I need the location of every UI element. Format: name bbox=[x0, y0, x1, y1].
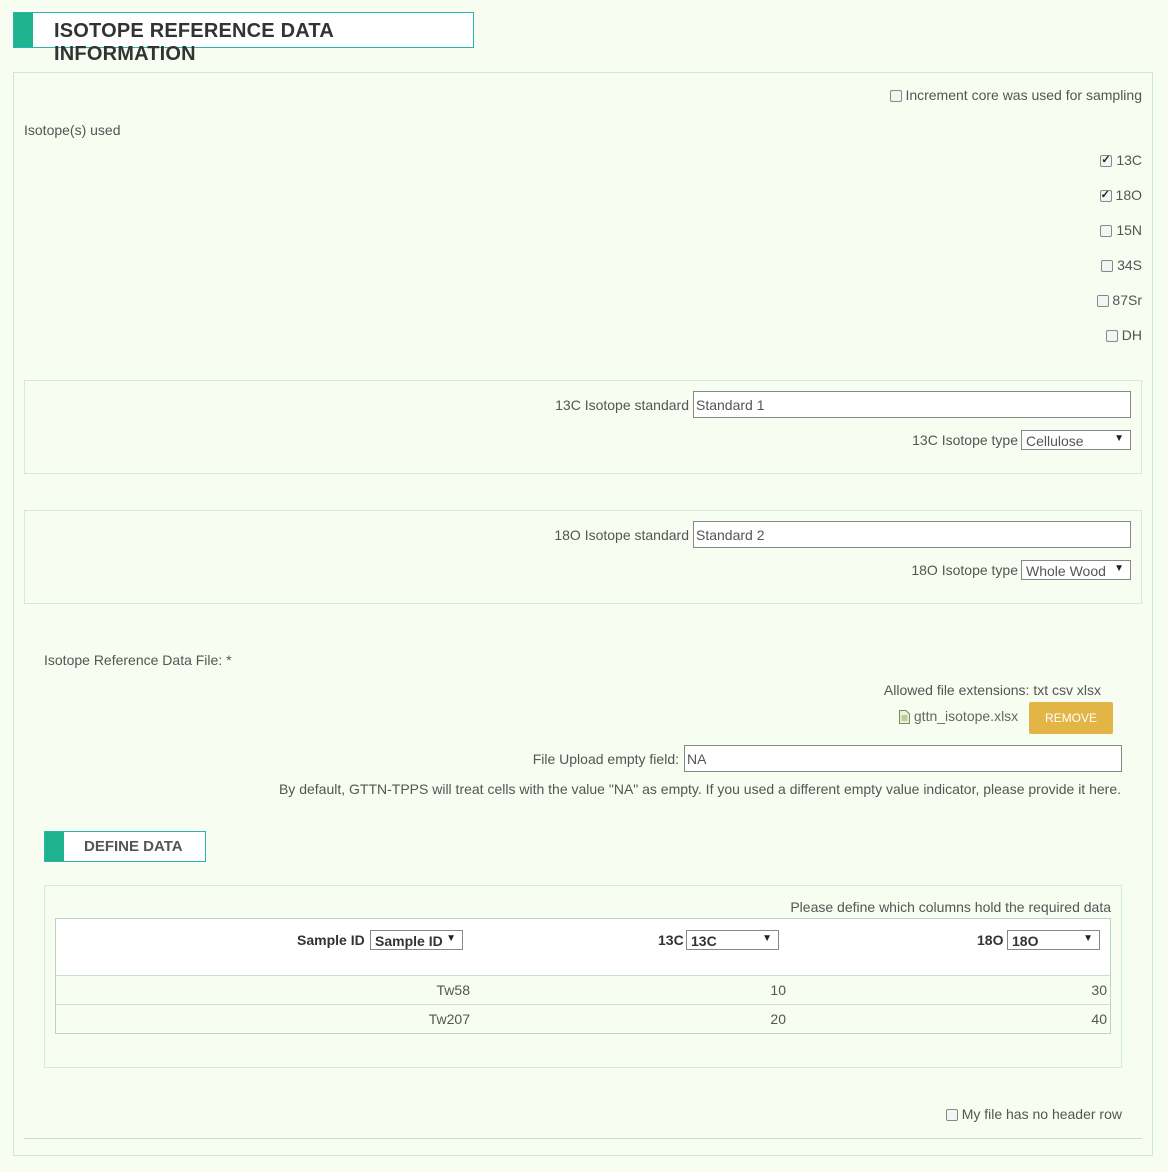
isotope-checkbox[interactable] bbox=[1105, 330, 1118, 343]
header-accent-bar bbox=[14, 13, 33, 47]
isotope-option-dh[interactable]: DH bbox=[1105, 327, 1142, 343]
file-icon bbox=[899, 710, 910, 725]
empty-field-label: File Upload empty field: bbox=[532, 751, 679, 767]
isotopes-label: Isotope(s) used bbox=[24, 122, 121, 138]
define-data-box: Please define which columns hold the req… bbox=[44, 885, 1122, 1068]
c13-settings-box: 13C Isotope standard Standard 1 13C Isot… bbox=[24, 380, 1142, 474]
isotope-option-87sr[interactable]: 87Sr bbox=[1096, 292, 1142, 308]
allowed-extensions: Allowed file extensions: txt csv xlsx bbox=[883, 682, 1101, 698]
isotope-label: 15N bbox=[1116, 222, 1142, 238]
no-header-label: My file has no header row bbox=[961, 1106, 1122, 1122]
isotope-option-18o[interactable]: 18O bbox=[1099, 187, 1142, 203]
o18-type-label: 18O Isotope type bbox=[911, 562, 1018, 578]
c13-standard-label: 13C Isotope standard bbox=[555, 397, 689, 413]
column-header-13c: 13C bbox=[658, 932, 684, 948]
c13-type-value: Cellulose bbox=[1026, 433, 1084, 449]
isotope-checkbox[interactable] bbox=[1100, 153, 1113, 168]
column-header-sample-id: Sample ID bbox=[297, 932, 365, 948]
section-header: ISOTOPE REFERENCE DATA INFORMATION bbox=[13, 12, 474, 65]
table-cell: 10 bbox=[770, 982, 786, 998]
divider bbox=[24, 1138, 1142, 1139]
header-accent-bar bbox=[45, 832, 64, 861]
section-title: ISOTOPE REFERENCE DATA INFORMATION bbox=[54, 20, 334, 65]
define-data-title: DEFINE DATA bbox=[84, 838, 183, 855]
chevron-down-icon: ▼ bbox=[1114, 433, 1124, 444]
table-cell: Tw58 bbox=[436, 982, 470, 998]
empty-field-help: By default, GTTN-TPPS will treat cells w… bbox=[278, 781, 1121, 797]
increment-core-label: Increment core was used for sampling bbox=[905, 87, 1142, 103]
isotope-option-15n[interactable]: 15N bbox=[1100, 222, 1142, 238]
data-table: Sample ID Sample ID ▼ 13C 13C ▼ 18O 18O … bbox=[55, 918, 1111, 1034]
o18-select-value: 18O bbox=[1012, 933, 1039, 949]
no-header-checkbox[interactable] bbox=[945, 1109, 958, 1122]
chevron-down-icon: ▼ bbox=[446, 933, 456, 944]
o18-column-select[interactable]: 18O ▼ bbox=[1007, 930, 1100, 950]
define-data-header: DEFINE DATA bbox=[44, 831, 206, 862]
isotope-checkbox[interactable] bbox=[1101, 260, 1114, 273]
remove-file-button[interactable]: REMOVE bbox=[1029, 702, 1113, 734]
table-cell: 20 bbox=[770, 1011, 786, 1027]
isotope-option-34s[interactable]: 34S bbox=[1101, 257, 1142, 273]
sample-id-column-select[interactable]: Sample ID ▼ bbox=[370, 930, 463, 950]
file-label: Isotope Reference Data File: * bbox=[44, 652, 232, 668]
isotope-label: 18O bbox=[1115, 187, 1142, 203]
o18-type-value: Whole Wood bbox=[1026, 563, 1106, 579]
c13-type-label: 13C Isotope type bbox=[912, 432, 1018, 448]
isotope-checkbox[interactable] bbox=[1100, 225, 1113, 238]
c13-column-select[interactable]: 13C ▼ bbox=[686, 930, 779, 950]
no-header-option[interactable]: My file has no header row bbox=[945, 1106, 1122, 1122]
table-row: Tw207 20 40 bbox=[56, 1004, 1110, 1032]
column-header-18o: 18O bbox=[977, 932, 1004, 948]
table-cell: 30 bbox=[1091, 982, 1107, 998]
isotope-panel: Increment core was used for sampling Iso… bbox=[13, 72, 1153, 1156]
isotope-checkbox[interactable] bbox=[1096, 295, 1109, 308]
uploaded-filename: gttn_isotope.xlsx bbox=[913, 708, 1019, 724]
c13-type-select[interactable]: Cellulose ▼ bbox=[1021, 430, 1131, 450]
sample-id-select-value: Sample ID bbox=[375, 933, 443, 949]
c13-standard-input[interactable]: Standard 1 bbox=[693, 391, 1131, 418]
o18-standard-label: 18O Isotope standard bbox=[554, 527, 689, 543]
isotope-label: 34S bbox=[1117, 257, 1142, 273]
isotope-label: 87Sr bbox=[1112, 292, 1142, 308]
chevron-down-icon: ▼ bbox=[762, 933, 772, 944]
table-cell: 40 bbox=[1091, 1011, 1107, 1027]
o18-standard-input[interactable]: Standard 2 bbox=[693, 521, 1131, 548]
isotope-checkbox[interactable] bbox=[1099, 188, 1112, 203]
increment-core-option[interactable]: Increment core was used for sampling bbox=[889, 87, 1142, 103]
o18-type-select[interactable]: Whole Wood ▼ bbox=[1021, 560, 1131, 580]
define-hint: Please define which columns hold the req… bbox=[790, 899, 1111, 915]
table-cell: Tw207 bbox=[428, 1011, 470, 1027]
c13-select-value: 13C bbox=[691, 933, 717, 949]
chevron-down-icon: ▼ bbox=[1114, 563, 1124, 574]
isotope-label: 13C bbox=[1116, 152, 1142, 168]
o18-settings-box: 18O Isotope standard Standard 2 18O Isot… bbox=[24, 510, 1142, 604]
uploaded-file[interactable]: gttn_isotope.xlsx bbox=[899, 708, 1019, 725]
empty-field-input[interactable]: NA bbox=[684, 745, 1122, 772]
isotope-label: DH bbox=[1121, 327, 1142, 343]
table-row: Tw58 10 30 bbox=[56, 975, 1110, 1003]
isotope-option-13c[interactable]: 13C bbox=[1100, 152, 1142, 168]
chevron-down-icon: ▼ bbox=[1083, 933, 1093, 944]
increment-core-checkbox[interactable] bbox=[889, 90, 902, 103]
